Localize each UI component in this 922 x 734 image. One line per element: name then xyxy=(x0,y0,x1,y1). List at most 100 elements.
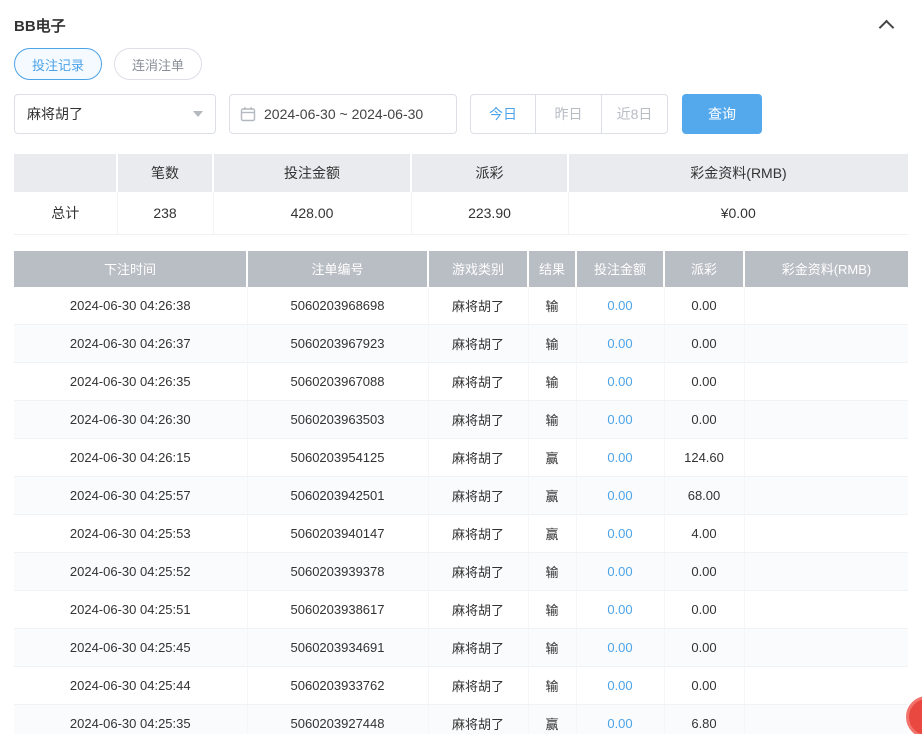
summary-header-payout: 派彩 xyxy=(411,154,569,192)
table-row: 2024-06-30 04:26:30 5060203963503 麻将胡了 输… xyxy=(14,400,908,439)
tab-cancelled-orders[interactable]: 连消注单 xyxy=(114,48,202,80)
cell-bet-time: 2024-06-30 04:25:53 xyxy=(14,514,248,553)
cell-bet-time: 2024-06-30 04:25:51 xyxy=(14,590,248,629)
cell-bet-amount: 0.00 xyxy=(576,438,665,477)
bet-amount-link[interactable]: 0.00 xyxy=(607,716,632,731)
header-bet-amount: 投注金额 xyxy=(576,250,665,287)
header-result: 结果 xyxy=(528,250,577,287)
cell-order-number: 5060203967923 xyxy=(247,324,429,363)
bet-amount-link[interactable]: 0.00 xyxy=(607,602,632,617)
cell-payout: 0.00 xyxy=(664,552,745,591)
summary-total-bonus: ¥0.00 xyxy=(568,192,908,235)
header-game-type: 游戏类别 xyxy=(428,250,529,287)
table-row: 2024-06-30 04:25:57 5060203942501 麻将胡了 赢… xyxy=(14,476,908,515)
cell-game-type: 麻将胡了 xyxy=(428,704,529,734)
cell-result: 输 xyxy=(528,324,577,363)
quick-btn-yesterday[interactable]: 昨日 xyxy=(536,94,602,134)
collapse-chevron-up-icon[interactable] xyxy=(880,18,894,32)
bet-table-header-row: 下注时间 注单编号 游戏类别 结果 投注金额 派彩 彩金资料(RMB) xyxy=(14,250,908,287)
bet-amount-link[interactable]: 0.00 xyxy=(607,678,632,693)
cell-order-number: 5060203968698 xyxy=(247,286,429,325)
cell-bet-amount: 0.00 xyxy=(576,514,665,553)
cell-bet-amount: 0.00 xyxy=(576,476,665,515)
game-select-value: 麻将胡了 xyxy=(27,106,83,122)
cell-bet-amount: 0.00 xyxy=(576,628,665,667)
cell-bonus xyxy=(744,590,908,629)
cell-bet-amount: 0.00 xyxy=(576,704,665,734)
cell-bet-amount: 0.00 xyxy=(576,324,665,363)
bet-amount-link[interactable]: 0.00 xyxy=(607,412,632,427)
cell-bet-time: 2024-06-30 04:25:45 xyxy=(14,628,248,667)
bet-records-table: 下注时间 注单编号 游戏类别 结果 投注金额 派彩 彩金资料(RMB) 2024… xyxy=(14,250,908,734)
quick-range-group: 今日 昨日 近8日 xyxy=(470,94,668,134)
cell-bet-amount: 0.00 xyxy=(576,400,665,439)
cell-result: 赢 xyxy=(528,438,577,477)
cell-result: 输 xyxy=(528,362,577,401)
bet-amount-link[interactable]: 0.00 xyxy=(607,298,632,313)
bet-amount-link[interactable]: 0.00 xyxy=(607,488,632,503)
chevron-down-icon xyxy=(193,111,203,117)
cell-bonus xyxy=(744,400,908,439)
cell-payout: 0.00 xyxy=(664,324,745,363)
cell-bet-amount: 0.00 xyxy=(576,666,665,705)
cell-bet-time: 2024-06-30 04:26:38 xyxy=(14,286,248,325)
bet-amount-link[interactable]: 0.00 xyxy=(607,526,632,541)
cell-order-number: 5060203940147 xyxy=(247,514,429,553)
bet-amount-link[interactable]: 0.00 xyxy=(607,336,632,351)
tabs: 投注记录 连消注单 xyxy=(14,48,908,80)
table-row: 2024-06-30 04:26:38 5060203968698 麻将胡了 输… xyxy=(14,286,908,325)
cell-game-type: 麻将胡了 xyxy=(428,514,529,553)
cell-bonus xyxy=(744,704,908,734)
cell-bet-time: 2024-06-30 04:25:44 xyxy=(14,666,248,705)
table-row: 2024-06-30 04:25:44 5060203933762 麻将胡了 输… xyxy=(14,666,908,705)
bet-records-panel: BB电子 投注记录 连消注单 麻将胡了 2024-06-30 ~ 2024-06… xyxy=(0,0,922,734)
cell-game-type: 麻将胡了 xyxy=(428,438,529,477)
tab-bet-records[interactable]: 投注记录 xyxy=(14,48,102,80)
cell-order-number: 5060203963503 xyxy=(247,400,429,439)
floating-service-button[interactable] xyxy=(906,696,922,734)
bet-amount-link[interactable]: 0.00 xyxy=(607,564,632,579)
table-row: 2024-06-30 04:25:35 5060203927448 麻将胡了 赢… xyxy=(14,704,908,734)
cell-bet-time: 2024-06-30 04:25:35 xyxy=(14,704,248,734)
summary-header-blank xyxy=(14,154,118,192)
table-row: 2024-06-30 04:26:35 5060203967088 麻将胡了 输… xyxy=(14,362,908,401)
header-bonus: 彩金资料(RMB) xyxy=(744,250,908,287)
cell-result: 输 xyxy=(528,666,577,705)
table-row: 2024-06-30 04:25:53 5060203940147 麻将胡了 赢… xyxy=(14,514,908,553)
date-range-input[interactable]: 2024-06-30 ~ 2024-06-30 xyxy=(229,94,457,134)
cell-game-type: 麻将胡了 xyxy=(428,286,529,325)
table-row: 2024-06-30 04:25:52 5060203939378 麻将胡了 输… xyxy=(14,552,908,591)
cell-game-type: 麻将胡了 xyxy=(428,590,529,629)
cell-order-number: 5060203927448 xyxy=(247,704,429,734)
cell-bet-time: 2024-06-30 04:26:30 xyxy=(14,400,248,439)
cell-payout: 6.80 xyxy=(664,704,745,734)
cell-result: 输 xyxy=(528,628,577,667)
cell-order-number: 5060203933762 xyxy=(247,666,429,705)
bet-amount-link[interactable]: 0.00 xyxy=(607,374,632,389)
summary-header-count: 笔数 xyxy=(117,154,214,192)
date-range-value: 2024-06-30 ~ 2024-06-30 xyxy=(264,106,424,122)
bet-amount-link[interactable]: 0.00 xyxy=(607,450,632,465)
cell-order-number: 5060203967088 xyxy=(247,362,429,401)
cell-result: 赢 xyxy=(528,514,577,553)
cell-game-type: 麻将胡了 xyxy=(428,400,529,439)
cell-payout: 0.00 xyxy=(664,362,745,401)
cell-order-number: 5060203942501 xyxy=(247,476,429,515)
quick-btn-last8days[interactable]: 近8日 xyxy=(602,94,668,134)
quick-btn-today[interactable]: 今日 xyxy=(470,94,536,134)
summary-table: 笔数 投注金额 派彩 彩金资料(RMB) 总计 238 428.00 223.9… xyxy=(14,154,908,235)
game-select[interactable]: 麻将胡了 xyxy=(14,94,216,134)
panel-header: BB电子 xyxy=(14,10,908,40)
cell-payout: 0.00 xyxy=(664,400,745,439)
cell-result: 输 xyxy=(528,552,577,591)
search-button[interactable]: 查询 xyxy=(682,94,762,134)
cell-result: 输 xyxy=(528,286,577,325)
cell-payout: 0.00 xyxy=(664,666,745,705)
summary-header-bonus: 彩金资料(RMB) xyxy=(568,154,908,192)
table-row: 2024-06-30 04:26:37 5060203967923 麻将胡了 输… xyxy=(14,324,908,363)
bet-amount-link[interactable]: 0.00 xyxy=(607,640,632,655)
header-payout: 派彩 xyxy=(664,250,745,287)
header-bet-time: 下注时间 xyxy=(14,250,248,287)
cell-result: 输 xyxy=(528,400,577,439)
summary-total-label: 总计 xyxy=(14,192,118,235)
